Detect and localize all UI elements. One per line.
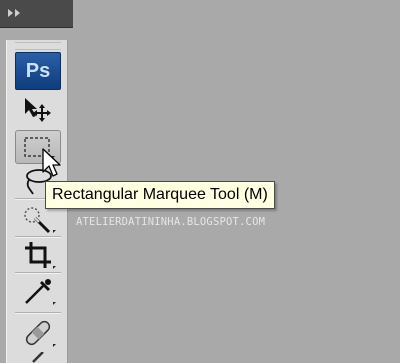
eyedropper-icon [25,279,56,305]
watermark-text: ATELIERDATININHA.BLOGSPOT.COM [76,216,266,228]
tool-tooltip: Rectangular Marquee Tool (M) [45,181,275,209]
crop-tool-button[interactable] [15,238,61,272]
double-chevron-right-icon[interactable] [6,6,26,20]
crop-icon [25,242,56,269]
brush-icon [32,352,44,363]
healing-brush-tool-button[interactable] [15,316,61,350]
photoshop-logo[interactable]: Ps [15,52,61,90]
bandage-icon [25,320,56,347]
panel-header-bar [0,0,73,28]
eyedropper-tool-button[interactable] [15,274,61,308]
move-tool-button[interactable] [15,92,61,126]
panel-grip[interactable] [15,42,61,50]
toolbar-separator [15,312,61,314]
move-icon [25,98,51,122]
mouse-pointer-icon [42,148,61,177]
next-tool-button[interactable] [15,352,61,363]
